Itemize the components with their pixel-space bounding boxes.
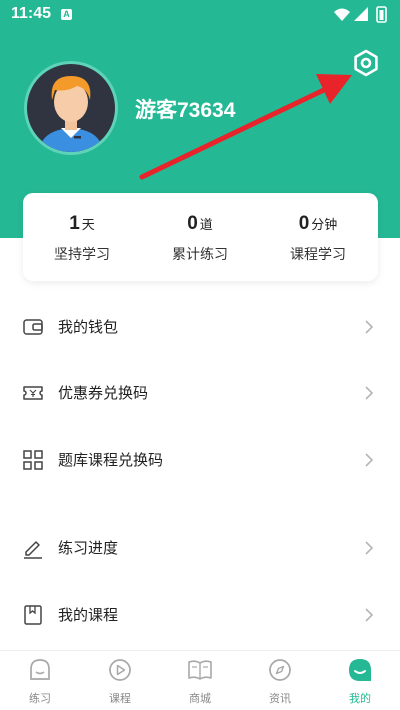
bookmark-icon: [24, 605, 42, 625]
tab-label: 商城: [189, 692, 211, 705]
menu-item-my-courses[interactable]: 我的课程: [0, 585, 400, 645]
chevron-right-icon: [365, 453, 374, 467]
stat-unit: 道: [199, 218, 213, 233]
menu-label: 优惠券兑换码: [58, 384, 149, 402]
stat-value: 0: [298, 213, 310, 234]
status-time: 11:45: [11, 5, 52, 22]
avatar[interactable]: [24, 61, 118, 155]
menu-item-wallet[interactable]: 我的钱包: [0, 297, 400, 357]
menu-item-coupon-code[interactable]: 优惠券兑换码: [0, 363, 400, 423]
stat-practice-count: 0道 累计练习: [141, 213, 259, 264]
edit-pencil-icon: [24, 541, 42, 559]
play-icon: [109, 659, 131, 681]
practice-icon: [30, 659, 50, 680]
username[interactable]: 游客73634: [135, 94, 235, 124]
avatar-illustration: [39, 76, 103, 152]
settings-icon[interactable]: [352, 49, 380, 77]
wallet-icon: [23, 319, 43, 335]
tab-mall[interactable]: 商城: [160, 657, 240, 707]
compass-icon: [269, 659, 291, 681]
coupon-icon: [23, 386, 43, 400]
stat-study-days: 1天 坚持学习: [23, 213, 141, 264]
tab-courses[interactable]: 课程: [80, 657, 160, 707]
bottom-tab-bar: 练习 课程 商城 资讯 我的: [0, 651, 400, 710]
chevron-right-icon: [365, 386, 374, 400]
grid-icon: [23, 450, 43, 470]
stat-course-minutes: 0 分钟 课程学习: [259, 213, 377, 264]
menu-item-practice-progress[interactable]: 练习进度: [0, 518, 400, 578]
stat-value: 0: [187, 213, 198, 234]
tab-label: 课程: [109, 692, 131, 705]
tab-label: 我的: [349, 692, 371, 705]
chevron-right-icon: [365, 541, 374, 555]
tab-mine[interactable]: 我的: [320, 657, 400, 707]
tab-practice[interactable]: 练习: [0, 657, 80, 707]
stats-card: 1天 坚持学习 0道 累计练习 0 分钟 课程学习: [23, 193, 378, 281]
profile-icon: [349, 659, 371, 681]
tab-label: 资讯: [269, 692, 291, 705]
stat-label: 坚持学习: [54, 247, 110, 263]
notification-icon: A: [61, 9, 72, 20]
book-icon: [188, 660, 212, 680]
stat-unit: 分钟: [311, 218, 338, 233]
status-bar: 11:45 A: [0, 0, 400, 30]
menu-label: 题库课程兑换码: [58, 451, 164, 469]
stat-label: 课程学习: [290, 247, 346, 263]
menu-label: 我的钱包: [58, 318, 119, 336]
stat-unit: 天: [81, 218, 95, 233]
chevron-right-icon: [365, 608, 374, 622]
menu-item-course-code[interactable]: 题库课程兑换码: [0, 430, 400, 490]
signal-wifi-battery-icons: [334, 6, 387, 23]
stat-label: 累计练习: [172, 247, 228, 263]
menu-label: 练习进度: [58, 539, 119, 557]
menu-label: 我的课程: [58, 606, 119, 624]
stat-value: 1: [69, 213, 80, 234]
tab-label: 练习: [29, 692, 51, 705]
tab-news[interactable]: 资讯: [240, 657, 320, 707]
chevron-right-icon: [365, 320, 374, 334]
